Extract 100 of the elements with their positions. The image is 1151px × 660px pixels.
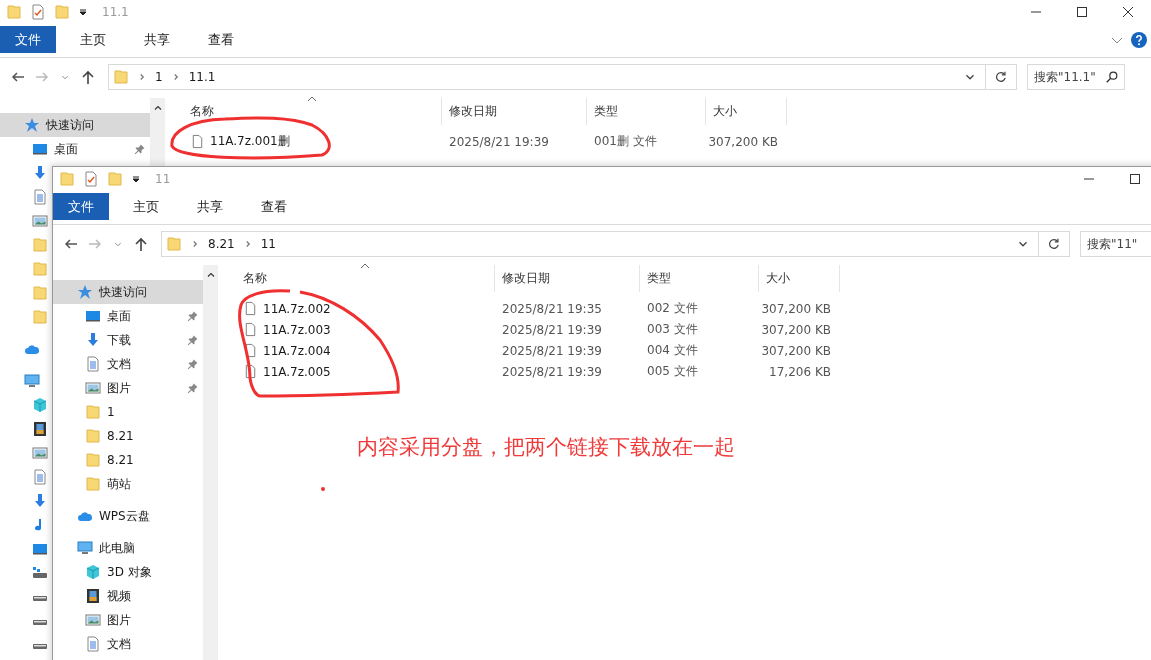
column-header[interactable]: 名称: [218, 265, 495, 292]
breadcrumb-item[interactable]: 8.21: [208, 237, 235, 251]
column-header[interactable]: 名称: [165, 98, 442, 125]
size-cell: 307,200 KB: [761, 301, 831, 316]
monitor-icon[interactable]: [32, 541, 48, 557]
breadcrumb-item[interactable]: 11: [260, 237, 276, 251]
monitor-icon: [32, 141, 48, 157]
file-name[interactable]: 11A.7z.005: [263, 364, 331, 379]
folder-icon: [166, 236, 182, 252]
column-header[interactable]: 大小: [706, 98, 787, 125]
sidebar-item[interactable]: 萌站: [53, 472, 203, 496]
ribbon-tab[interactable]: 查看: [192, 26, 250, 53]
pin-icon[interactable]: [134, 143, 146, 155]
search-icon[interactable]: [1105, 70, 1119, 84]
pin-icon[interactable]: [187, 382, 199, 394]
ribbon-tab[interactable]: 文件: [53, 193, 109, 220]
sidebar-item[interactable]: 快速访问: [53, 280, 203, 304]
column-header[interactable]: 类型: [587, 98, 706, 125]
column-header[interactable]: 修改日期: [442, 98, 587, 125]
up-arrow-icon[interactable]: [133, 236, 149, 252]
sidebar-item[interactable]: 3D 对象: [53, 560, 203, 584]
down-arrow-icon[interactable]: [32, 165, 48, 181]
file-icon: [243, 322, 258, 337]
sidebar-item[interactable]: 文档: [53, 352, 203, 376]
marker-dot: [321, 487, 325, 491]
file-icon: [243, 301, 258, 316]
search-field[interactable]: 搜索"11": [1080, 231, 1151, 257]
sidebar-item[interactable]: 桌面: [53, 304, 203, 328]
ribbon-tab[interactable]: 共享: [128, 26, 186, 53]
refresh-icon[interactable]: [994, 70, 1008, 84]
file-name[interactable]: 11A.7z.001删: [210, 133, 290, 150]
sidebar-item[interactable]: 此电脑: [53, 536, 203, 560]
file-icon: [243, 343, 258, 358]
annotation-text: 内容采用分盘，把两个链接下载放在一起: [357, 434, 735, 461]
picture-icon[interactable]: [32, 445, 48, 461]
ribbon-tab[interactable]: 共享: [181, 193, 239, 220]
sidebar-item[interactable]: 图片: [53, 376, 203, 400]
sidebar-item[interactable]: 下载: [53, 328, 203, 352]
sidebar-item[interactable]: WPS云盘: [53, 504, 203, 528]
up-arrow-icon[interactable]: [80, 69, 96, 85]
pin-icon[interactable]: [187, 310, 199, 322]
file-name[interactable]: 11A.7z.002: [263, 301, 331, 316]
type-cell: 001删 文件: [594, 133, 657, 150]
properties-icon[interactable]: [30, 4, 46, 20]
sidebar-item[interactable]: 8.21: [53, 424, 203, 448]
sidebar-item[interactable]: 视频: [53, 584, 203, 608]
breadcrumb-item[interactable]: 1: [155, 70, 163, 84]
cube-icon[interactable]: [32, 397, 48, 413]
computer-icon: [77, 540, 93, 556]
picture-icon: [85, 380, 101, 396]
column-header[interactable]: 类型: [640, 265, 759, 292]
properties-icon[interactable]: [83, 171, 99, 187]
size-cell: 307,200 KB: [708, 134, 778, 149]
ribbon-tab[interactable]: 文件: [0, 26, 56, 53]
dropdown-icon[interactable]: [131, 174, 141, 184]
sidebar-item[interactable]: 图片: [53, 608, 203, 632]
file-name[interactable]: 11A.7z.003: [263, 322, 331, 337]
type-cell: 004 文件: [647, 342, 698, 359]
address-bar[interactable]: 8.21 11: [161, 231, 1039, 257]
dropdown-icon[interactable]: [78, 7, 88, 17]
search-field[interactable]: 搜索"11.1": [1027, 64, 1125, 90]
sidebar-item[interactable]: 8.21: [53, 448, 203, 472]
ribbon-tab[interactable]: 主页: [117, 193, 175, 220]
file-name[interactable]: 11A.7z.004: [263, 343, 331, 358]
scrollbar[interactable]: [203, 265, 218, 660]
breadcrumb-item[interactable]: 11.1: [188, 70, 216, 84]
date-cell: 2025/8/21 19:39: [502, 322, 602, 337]
ribbon-tab[interactable]: 查看: [245, 193, 303, 220]
type-cell: 003 文件: [647, 321, 698, 338]
star-icon: [24, 117, 40, 133]
ribbon-tab[interactable]: 主页: [64, 26, 122, 53]
pin-icon[interactable]: [187, 334, 199, 346]
down-arrow-icon[interactable]: [32, 493, 48, 509]
pin-icon[interactable]: [187, 358, 199, 370]
address-bar[interactable]: 1 11.1: [108, 64, 986, 90]
film-icon[interactable]: [32, 421, 48, 437]
sidebar-item[interactable]: 快速访问: [0, 113, 150, 137]
document-icon[interactable]: [32, 189, 48, 205]
sidebar-item[interactable]: 文档: [53, 632, 203, 656]
monitor-icon: [85, 308, 101, 324]
help-icon[interactable]: [1131, 31, 1147, 48]
picture-icon[interactable]: [32, 213, 48, 229]
computer-icon[interactable]: [24, 373, 40, 389]
sidebar-item[interactable]: 桌面: [0, 137, 150, 161]
network-drive-icon[interactable]: [32, 565, 48, 581]
folder-icon: [113, 69, 129, 85]
refresh-button[interactable]: [1039, 231, 1070, 257]
folder-icon: [85, 404, 101, 420]
column-header[interactable]: 大小: [759, 265, 840, 292]
type-cell: 002 文件: [647, 300, 698, 317]
folder-icon: [85, 476, 101, 492]
size-cell: 307,200 KB: [761, 322, 831, 337]
column-header[interactable]: 修改日期: [495, 265, 640, 292]
sidebar-item[interactable]: 1: [53, 400, 203, 424]
date-cell: 2025/8/21 19:35: [502, 301, 602, 316]
folder-icon: [85, 452, 101, 468]
window-title: 11.1: [102, 5, 129, 19]
document-icon[interactable]: [32, 469, 48, 485]
refresh-icon[interactable]: [1047, 237, 1061, 251]
refresh-button[interactable]: [986, 64, 1017, 90]
